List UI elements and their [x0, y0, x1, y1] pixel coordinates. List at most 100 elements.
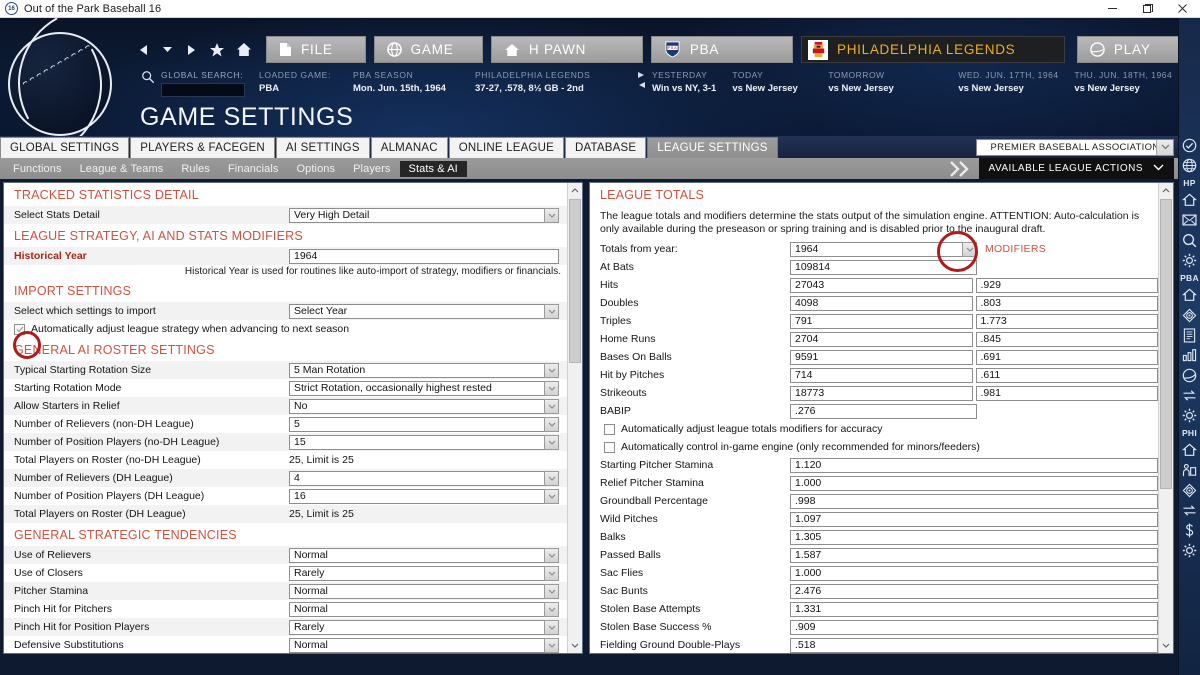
subtab-stats-ai[interactable]: Stats & AI	[399, 160, 467, 177]
input-triples[interactable]: 791	[790, 313, 973, 329]
auto-adjust-strategy-checkbox[interactable]	[14, 323, 25, 335]
input-stolen-base-success[interactable]: .909	[790, 619, 1158, 635]
auto-control-engine-checkbox[interactable]	[604, 441, 615, 453]
tab-ai-settings[interactable]: AI SETTINGS	[275, 137, 370, 158]
file-button[interactable]: FILE	[266, 36, 366, 63]
schedule-yesterday[interactable]: YESTERDAY Win vs NY, 3-1	[637, 70, 732, 94]
input-at-bats[interactable]: 109814	[790, 259, 977, 275]
input-hits-modifier[interactable]: .929	[975, 277, 1158, 293]
checkbox-row-auto-control-engine[interactable]: Automatically control in-game engine (on…	[590, 438, 1158, 456]
home-icon[interactable]	[1179, 440, 1200, 460]
chevron-down-icon[interactable]	[544, 565, 559, 581]
subtab-functions[interactable]: Functions	[4, 161, 71, 177]
home-icon[interactable]	[1179, 285, 1200, 305]
gear-icon[interactable]	[1179, 405, 1200, 425]
input-strikeouts[interactable]: 18773	[790, 385, 973, 401]
chevron-down-icon[interactable]	[544, 362, 559, 378]
input-wild-pitches[interactable]: 1.097	[790, 511, 1158, 527]
chevron-down-icon[interactable]	[544, 434, 559, 450]
input-hit-by-pitches[interactable]: 714	[790, 367, 973, 383]
team-button[interactable]: PHILADELPHIA LEGENDS	[801, 36, 1065, 63]
subtab-financials[interactable]: Financials	[219, 161, 288, 177]
global-search[interactable]: GLOBAL SEARCH:	[133, 70, 259, 97]
hpawn-button[interactable]: H PAWN	[490, 36, 643, 63]
bar-chart-icon[interactable]	[1179, 345, 1200, 365]
eye-icon[interactable]	[1179, 305, 1200, 325]
select-number-of-position-players-dh[interactable]: 16	[289, 488, 559, 504]
input-home-runs[interactable]: 2704	[790, 331, 973, 347]
input-starting-pitcher-stamina[interactable]: 1.120	[790, 457, 1158, 473]
roster-icon[interactable]	[1179, 460, 1200, 480]
select-number-of-relievers-dh[interactable]: 4	[289, 470, 559, 486]
checkbox-row-auto-adjust-modifiers[interactable]: Automatically adjust league totals modif…	[590, 420, 1158, 438]
mail-icon[interactable]	[1179, 210, 1200, 230]
document-icon[interactable]	[1179, 325, 1200, 345]
chevron-down-icon[interactable]	[544, 547, 559, 563]
subtab-options[interactable]: Options	[288, 161, 345, 177]
select-defensive-substitutions[interactable]: Normal	[289, 637, 559, 653]
input-hits[interactable]: 27043	[790, 277, 973, 293]
transactions-icon[interactable]	[1179, 385, 1200, 405]
tab-database[interactable]: DATABASE	[564, 137, 647, 158]
input-doubles[interactable]: 4098	[790, 295, 973, 311]
select-settings-to-import[interactable]: Select Year	[289, 303, 559, 319]
maximize-button[interactable]	[1130, 0, 1165, 18]
play-button[interactable]: PLAY	[1076, 36, 1193, 63]
input-groundball-percentage[interactable]: .998	[790, 493, 1158, 509]
schedule-day4[interactable]: WED. JUN. 17TH, 1964 vs New Jersey	[958, 70, 1074, 94]
game-button[interactable]: GAME	[373, 36, 483, 63]
down-arrow-icon[interactable]	[162, 44, 173, 55]
minimize-button[interactable]	[1095, 0, 1130, 18]
select-totals-from-year[interactable]: 1964	[790, 241, 977, 257]
baseball-icon[interactable]	[1179, 365, 1200, 385]
schedule-tomorrow[interactable]: TOMORROW vs New Jersey	[828, 70, 958, 94]
chevron-down-icon[interactable]	[544, 303, 559, 319]
checkbox-row-auto-adjust-strategy[interactable]: Automatically adjust league strategy whe…	[4, 320, 567, 338]
input-relief-pitcher-stamina[interactable]: 1.000	[790, 475, 1158, 491]
select-pinch-hit-for-position-players[interactable]: Rarely	[289, 619, 559, 635]
input-doubles-modifier[interactable]: .803	[975, 295, 1158, 311]
select-pitcher-stamina[interactable]: Normal	[289, 583, 559, 599]
scroll-thumb[interactable]	[569, 199, 581, 363]
select-number-of-position-players-nodh[interactable]: 15	[289, 434, 559, 450]
close-button[interactable]	[1165, 0, 1200, 18]
input-sac-flies[interactable]: 1.000	[790, 565, 1158, 581]
select-use-of-closers[interactable]: Rarely	[289, 565, 559, 581]
search-icon[interactable]	[1179, 230, 1200, 250]
select-pinch-hit-for-pitchers[interactable]: Normal	[289, 601, 559, 617]
league-select[interactable]: PREMIER BASEBALL ASSOCIATION	[976, 138, 1174, 156]
subtab-rules[interactable]: Rules	[172, 161, 219, 177]
star-icon[interactable]	[209, 42, 225, 58]
tab-online-league[interactable]: ONLINE LEAGUE	[448, 137, 564, 158]
check-circle-icon[interactable]	[1179, 135, 1200, 155]
input-hit-by-pitches-modifier[interactable]: .611	[975, 367, 1158, 383]
chevron-down-icon[interactable]	[1156, 139, 1173, 155]
chevron-down-icon[interactable]	[544, 470, 559, 486]
home-icon[interactable]	[1179, 190, 1200, 210]
input-triples-modifier[interactable]: 1.773	[975, 313, 1158, 329]
tab-almanac[interactable]: ALMANAC	[370, 137, 448, 158]
schedule-day5[interactable]: THU. JUN. 18TH, 1964 vs New Jersey	[1074, 70, 1194, 94]
scroll-down-button[interactable]	[568, 638, 582, 653]
chevron-down-icon[interactable]	[544, 601, 559, 617]
home-icon[interactable]	[236, 42, 252, 57]
tab-players-facegen[interactable]: PLAYERS & FACEGEN	[130, 137, 275, 158]
available-league-actions-button[interactable]: AVAILABLE LEAGUE ACTIONS	[978, 158, 1174, 179]
chevron-down-icon[interactable]	[544, 488, 559, 504]
gear-icon[interactable]	[1179, 540, 1200, 560]
chevron-down-icon[interactable]	[544, 207, 559, 223]
schedule-today[interactable]: TODAY vs New Jersey	[732, 70, 828, 94]
forward-arrow-icon[interactable]	[184, 43, 198, 57]
select-stats-detail[interactable]: Very High Detail	[289, 207, 559, 223]
scroll-up-button[interactable]	[1159, 183, 1173, 198]
tab-global-settings[interactable]: GLOBAL SETTINGS	[0, 137, 130, 158]
input-fielding-ground-double-plays[interactable]: .518	[790, 637, 1158, 653]
scroll-up-button[interactable]	[568, 183, 582, 198]
transactions-icon[interactable]	[1179, 500, 1200, 520]
input-sac-bunts[interactable]: 2.476	[790, 583, 1158, 599]
chevron-down-icon[interactable]	[962, 241, 977, 257]
input-strikeouts-modifier[interactable]: .981	[975, 385, 1158, 401]
select-typical-starting-rotation-size[interactable]: 5 Man Rotation	[289, 362, 559, 378]
chevron-down-icon[interactable]	[544, 380, 559, 396]
pba-button[interactable]: PBA PBA	[650, 36, 794, 63]
